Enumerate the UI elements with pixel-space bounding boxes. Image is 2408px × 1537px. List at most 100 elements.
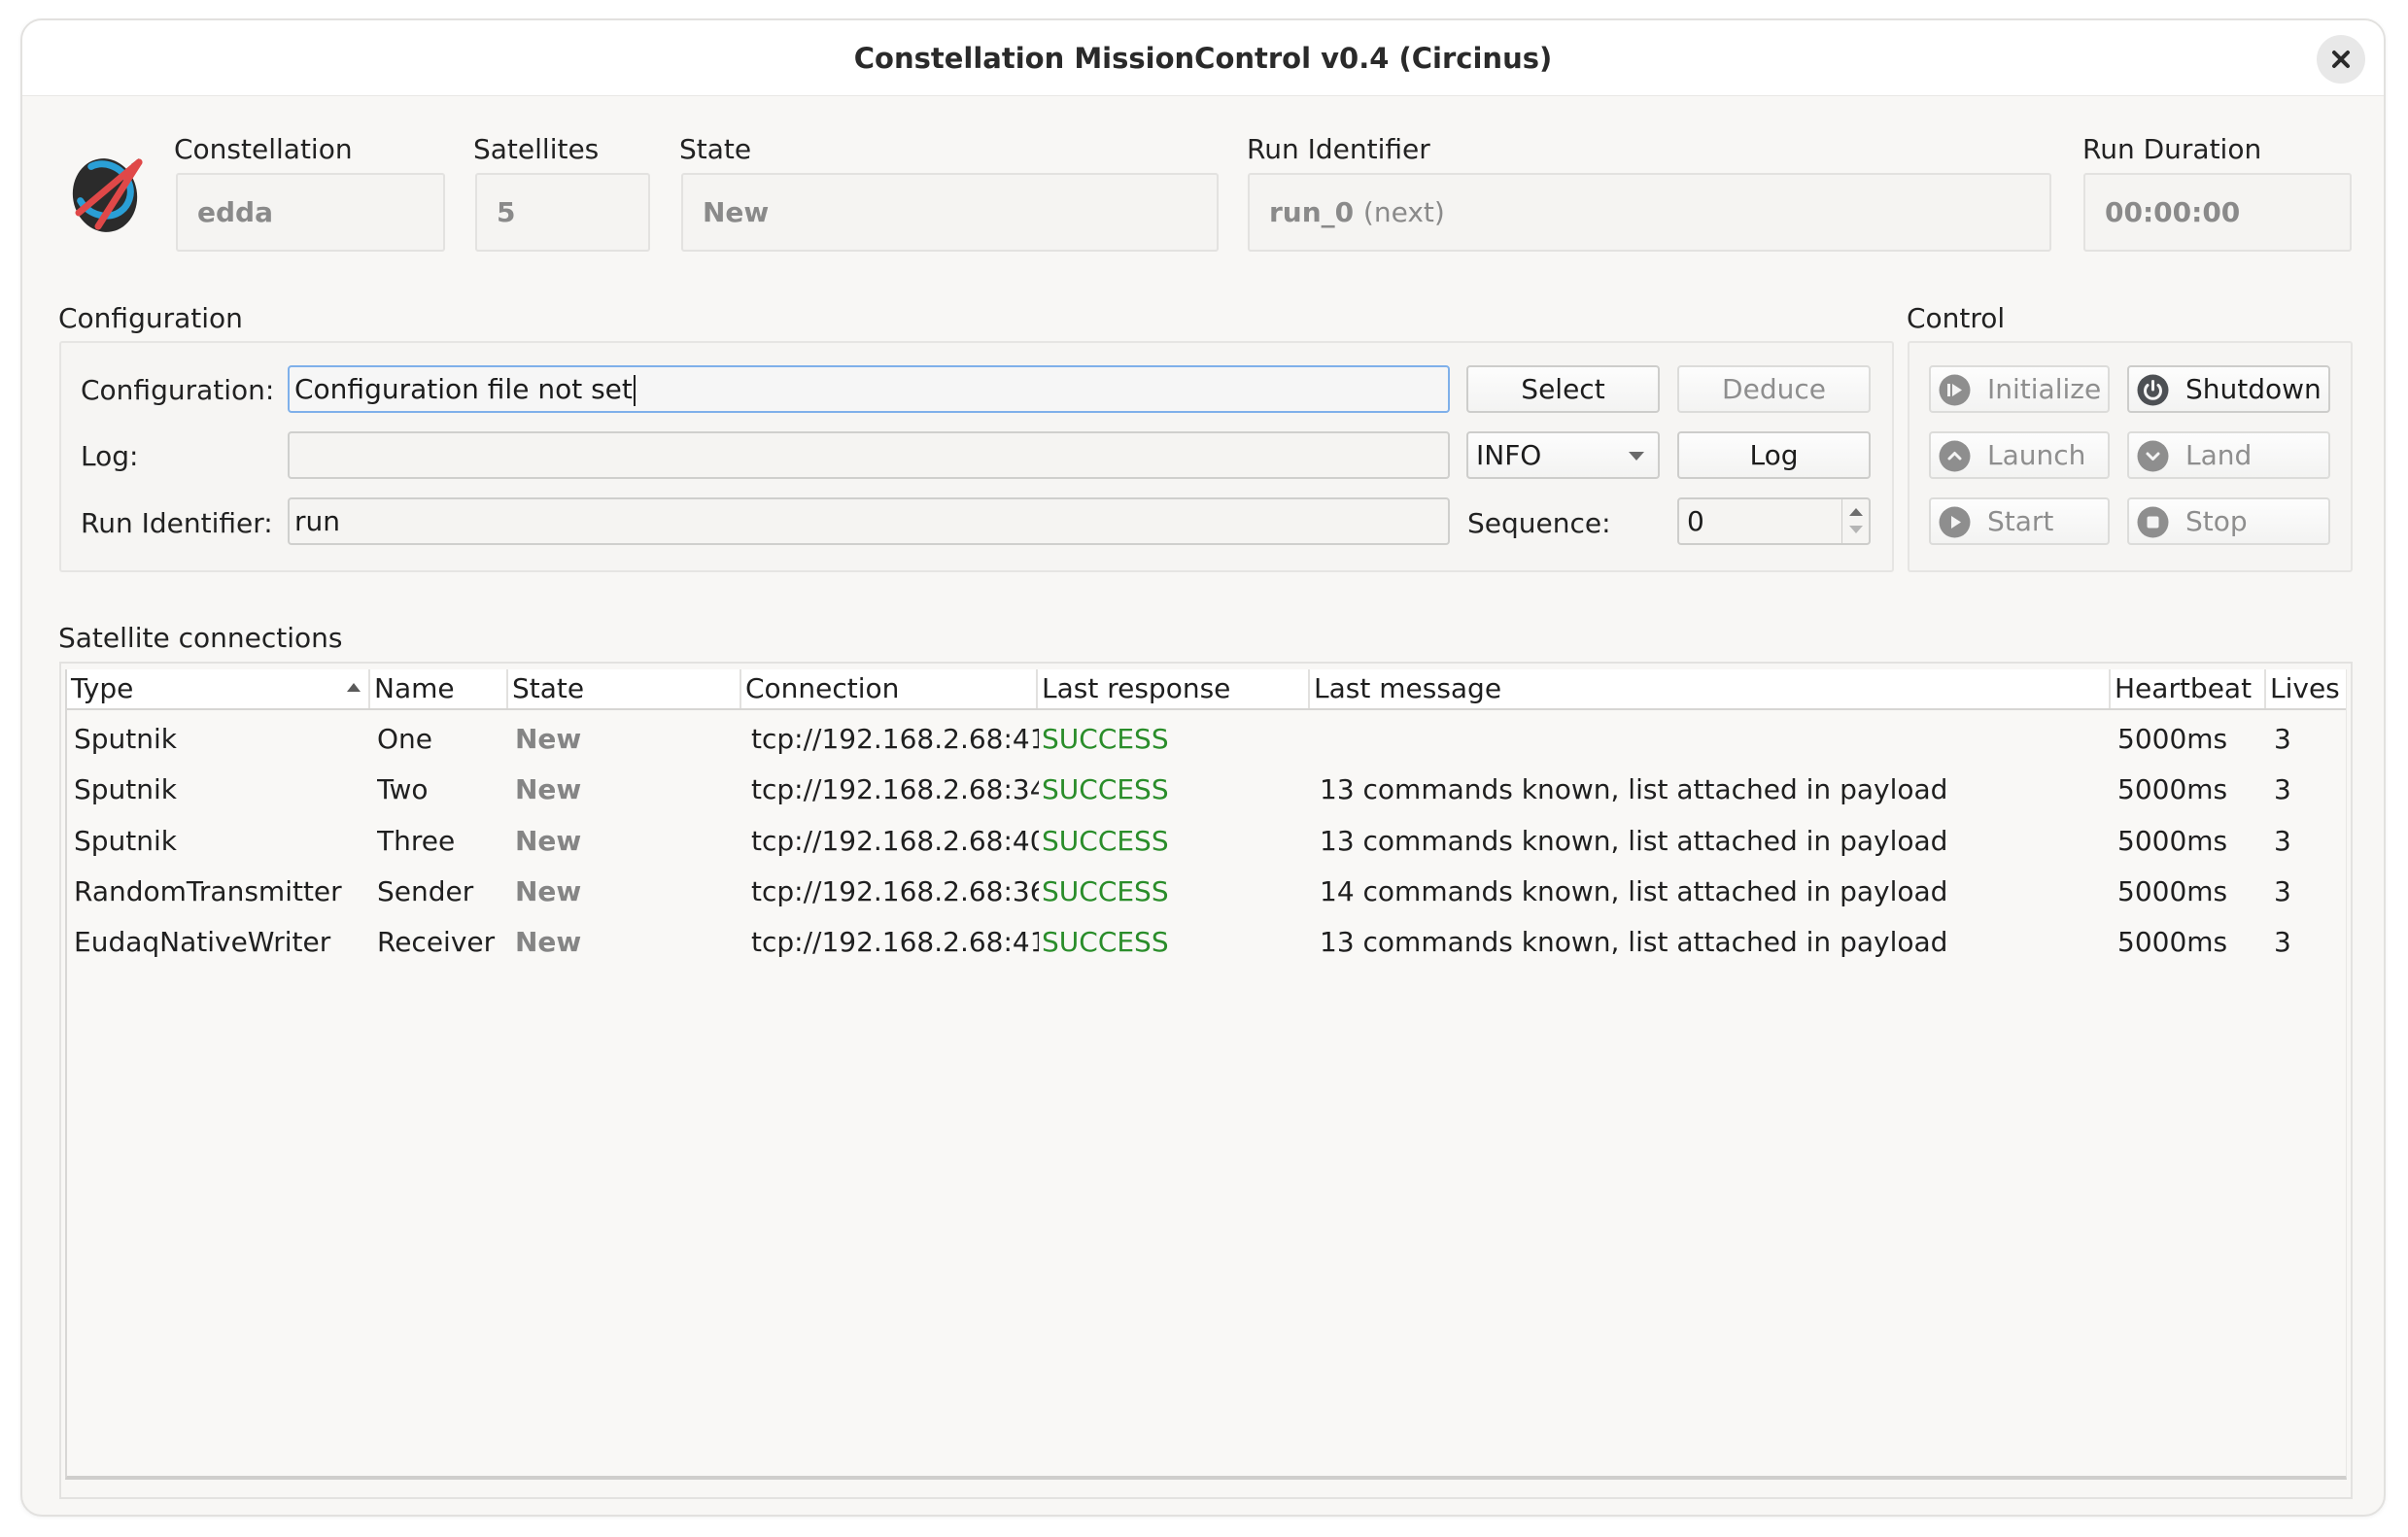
run-identifier-input[interactable]: run: [288, 497, 1450, 545]
start-button[interactable]: Start: [1929, 497, 2110, 545]
log-label: Log:: [81, 440, 139, 472]
state-label: State: [679, 133, 752, 165]
configuration-group-label: Configuration: [58, 302, 243, 334]
power-icon: [2137, 374, 2169, 406]
table-row[interactable]: Sputnik Three New tcp://192.168.2.68:407 SUC…: [67, 816, 2346, 867]
cell-last-response: SUCCESS: [1042, 926, 1169, 959]
state-field: New: [681, 173, 1219, 252]
column-header-state[interactable]: State: [508, 669, 741, 708]
mission-control-window: Constellation MissionControl v0.4 (Circi…: [20, 18, 2386, 1517]
cell-name: Receiver: [377, 926, 496, 959]
cell-state: New: [515, 773, 582, 806]
column-header-last-message[interactable]: Last message: [1310, 669, 2111, 708]
cell-state: New: [515, 874, 582, 907]
satellite-connections-group: Type Name State Connection Last response…: [59, 662, 2353, 1499]
cell-connection: tcp://192.168.2.68:4194: [751, 926, 1039, 959]
cell-state: New: [515, 824, 582, 857]
cell-state: New: [515, 926, 582, 959]
cell-last-message: [1320, 714, 2107, 765]
cell-type: Sputnik: [74, 723, 178, 755]
title-bar[interactable]: Constellation MissionControl v0.4 (Circi…: [22, 20, 2384, 96]
sequence-spinbox[interactable]: 0: [1677, 497, 1871, 545]
cell-connection: tcp://192.168.2.68:363: [751, 874, 1039, 907]
cell-type: EudaqNativeWriter: [74, 926, 331, 959]
cell-lives: 3: [2274, 723, 2291, 755]
run-identifier-field: run_0 (next): [1248, 173, 2051, 252]
cell-last-response: SUCCESS: [1042, 723, 1169, 755]
spin-down-icon[interactable]: [1849, 526, 1863, 533]
deduce-button[interactable]: Deduce: [1677, 365, 1871, 413]
cell-type: RandomTransmitter: [74, 874, 342, 907]
stop-icon: [2137, 506, 2169, 538]
cell-lives: 3: [2274, 773, 2291, 806]
column-header-type[interactable]: Type: [67, 669, 370, 708]
satellites-label: Satellites: [473, 133, 600, 165]
spin-arrows[interactable]: [1841, 499, 1869, 543]
column-header-last-response[interactable]: Last response: [1038, 669, 1310, 708]
window-title: Constellation MissionControl v0.4 (Circi…: [853, 42, 1553, 75]
dropdown-arrow-icon: [1629, 452, 1644, 461]
cell-name: Sender: [377, 874, 474, 907]
table-row[interactable]: EudaqNativeWriter Receiver New tcp://192.16…: [67, 917, 2346, 968]
run-identifier-label: Run Identifier: [1247, 133, 1430, 165]
run-duration-label: Run Duration: [2082, 133, 2262, 165]
log-message-input[interactable]: [288, 431, 1450, 479]
cell-connection: tcp://192.168.2.68:407: [751, 824, 1039, 857]
cell-type: Sputnik: [74, 773, 178, 806]
run-identifier-suffix: (next): [1362, 196, 1445, 228]
log-level-select[interactable]: INFO: [1466, 431, 1660, 479]
cell-last-response: SUCCESS: [1042, 874, 1169, 907]
stop-button[interactable]: Stop: [2127, 497, 2330, 545]
cell-last-message: 13 commands known, list attached in payl…: [1320, 824, 1948, 857]
cell-lives: 3: [2274, 824, 2291, 857]
column-header-type-label: Type: [71, 672, 134, 704]
land-label: Land: [2185, 439, 2253, 471]
sort-ascending-icon: [347, 683, 361, 692]
run-identifier-input-label: Run Identifier:: [81, 507, 273, 539]
cell-connection: tcp://192.168.2.68:343: [751, 773, 1039, 806]
column-header-heartbeat[interactable]: Heartbeat: [2111, 669, 2266, 708]
cell-last-response: SUCCESS: [1042, 824, 1169, 857]
cell-heartbeat: 5000ms: [2117, 723, 2228, 755]
initialize-button[interactable]: Initialize: [1929, 365, 2110, 413]
spin-up-icon[interactable]: [1849, 508, 1863, 516]
column-header-lives[interactable]: Lives: [2266, 669, 2348, 708]
configuration-label: Configuration:: [81, 374, 275, 406]
column-header-connection[interactable]: Connection: [741, 669, 1038, 708]
land-button[interactable]: Land: [2127, 431, 2330, 479]
satellites-count-field: 5: [475, 173, 650, 252]
constellation-field: edda: [176, 173, 445, 252]
select-config-button[interactable]: Select: [1466, 365, 1660, 413]
run-duration-field: 00:00:00: [2083, 173, 2352, 252]
column-header-name[interactable]: Name: [370, 669, 508, 708]
initialize-label: Initialize: [1987, 373, 2102, 405]
configuration-file-input[interactable]: Configuration file not set: [288, 365, 1450, 413]
stop-label: Stop: [2185, 505, 2248, 537]
cell-lives: 3: [2274, 874, 2291, 907]
control-group-label: Control: [1907, 302, 2006, 334]
table-row[interactable]: Sputnik Two New tcp://192.168.2.68:343 SUCCE…: [67, 765, 2346, 815]
cell-name: Two: [377, 773, 429, 806]
table-row[interactable]: Sputnik One New tcp://192.168.2.68:4183SUCC…: [67, 714, 2346, 765]
play-icon: [1939, 506, 1971, 538]
cell-name: One: [377, 723, 433, 755]
start-label: Start: [1987, 505, 2054, 537]
chevron-up-icon: [1939, 440, 1971, 472]
cell-heartbeat: 5000ms: [2117, 773, 2228, 806]
cell-lives: 3: [2274, 926, 2291, 959]
configuration-file-value: Configuration file not set: [294, 373, 633, 405]
satellite-table[interactable]: Type Name State Connection Last response…: [65, 669, 2347, 1480]
table-row[interactable]: RandomTransmitter Sender New tcp://192.168.…: [67, 867, 2346, 917]
table-header: Type Name State Connection Last response…: [67, 669, 2346, 710]
launch-label: Launch: [1987, 439, 2086, 471]
shutdown-button[interactable]: Shutdown: [2127, 365, 2330, 413]
close-button[interactable]: [2317, 35, 2365, 84]
cell-last-message: 13 commands known, list attached in payl…: [1320, 773, 1948, 806]
log-button[interactable]: Log: [1677, 431, 1871, 479]
text-caret: [633, 375, 636, 406]
launch-button[interactable]: Launch: [1929, 431, 2110, 479]
cell-last-message: 13 commands known, list attached in payl…: [1320, 926, 1948, 959]
constellation-label: Constellation: [174, 133, 353, 165]
cell-state: New: [515, 723, 582, 755]
initialize-icon: [1939, 374, 1971, 406]
